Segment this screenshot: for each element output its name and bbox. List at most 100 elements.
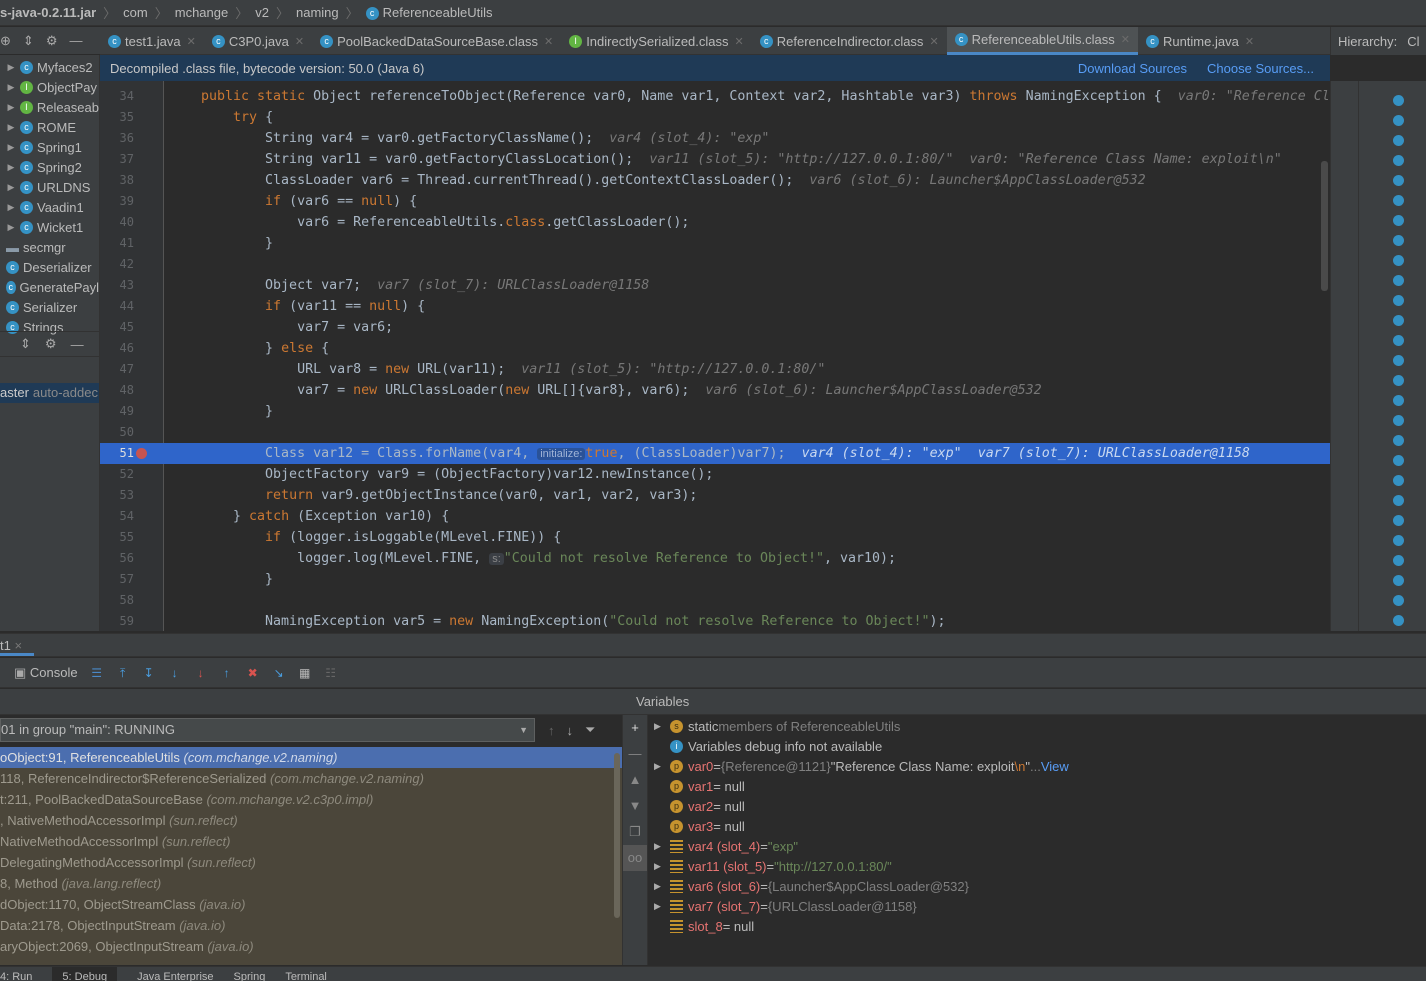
hide-icon[interactable]: —: [71, 337, 84, 352]
choose-sources-link[interactable]: Choose Sources...: [1207, 61, 1314, 76]
close-icon[interactable]: ✕: [1245, 35, 1254, 48]
class-icon[interactable]: [1393, 575, 1404, 586]
expand-arrow-icon[interactable]: ▶: [654, 901, 670, 912]
class-icon[interactable]: [1393, 615, 1404, 626]
tree-item[interactable]: ▶ c Myfaces2: [0, 57, 99, 77]
run-to-cursor-icon[interactable]: ↘: [272, 666, 286, 680]
variable-row[interactable]: i Variables debug info not available: [648, 736, 1426, 756]
class-icon[interactable]: [1393, 175, 1404, 186]
expand-arrow-icon[interactable]: ▶: [654, 721, 670, 732]
code-line[interactable]: 35 try {: [100, 107, 1330, 128]
tab-poolbackeddatasourcebase-class[interactable]: c PoolBackedDataSourceBase.class ✕: [312, 27, 561, 55]
arrow-down-icon[interactable]: ↓: [567, 723, 574, 738]
debug-session-tab[interactable]: t1 ×: [0, 634, 34, 656]
breadcrumb-item[interactable]: mchange: [175, 5, 228, 20]
expand-arrow-icon[interactable]: ▶: [2, 102, 20, 113]
class-icon[interactable]: [1393, 475, 1404, 486]
tree-item[interactable]: ▶ c Wicket1: [0, 217, 99, 237]
code-line[interactable]: 48 var7 = new URLClassLoader(new URL[]{v…: [100, 380, 1330, 401]
class-icon[interactable]: [1393, 135, 1404, 146]
code-line[interactable]: 47 URL var8 = new URL(var11); var11 (slo…: [100, 359, 1330, 380]
class-icon[interactable]: [1393, 435, 1404, 446]
tree-item[interactable]: c Deserializer: [0, 257, 99, 277]
class-icon[interactable]: [1393, 455, 1404, 466]
frames-menu-icon[interactable]: ☰: [90, 666, 104, 680]
code-line[interactable]: 51 Class var12 = Class.forName(var4, ini…: [100, 443, 1330, 464]
tree-item[interactable]: ▶ c Vaadin1: [0, 197, 99, 217]
code-line[interactable]: 45 var7 = var6;: [100, 317, 1330, 338]
tool-window-5-debug[interactable]: 5: Debug: [52, 967, 118, 981]
variable-row[interactable]: p var2 = null: [648, 796, 1426, 816]
code-line[interactable]: 34 public static Object referenceToObject…: [100, 86, 1330, 107]
show-execution-point-icon[interactable]: ⤒: [116, 666, 130, 680]
class-icon[interactable]: [1393, 555, 1404, 566]
tree-item[interactable]: ▶ c URLDNS: [0, 177, 99, 197]
class-icon[interactable]: [1393, 395, 1404, 406]
stack-frame[interactable]: 8, Method (java.lang.reflect): [0, 873, 622, 894]
locate-icon[interactable]: ⊕: [0, 33, 11, 49]
collapse-icon[interactable]: ⇕: [23, 33, 34, 49]
gear-icon[interactable]: ⚙: [46, 33, 58, 49]
class-icon[interactable]: [1393, 255, 1404, 266]
close-icon[interactable]: ✕: [929, 35, 938, 48]
expand-arrow-icon[interactable]: ▶: [654, 761, 670, 772]
tree-item[interactable]: ▶ I ObjectPay: [0, 77, 99, 97]
expand-arrow-icon[interactable]: ▶: [2, 142, 20, 153]
copy-icon[interactable]: ❐: [623, 819, 647, 845]
code-editor[interactable]: 3334public static Object referenceToObje…: [100, 81, 1330, 631]
stack-frame[interactable]: t:211, PoolBackedDataSourceBase (com.mch…: [0, 789, 622, 810]
class-icon[interactable]: [1393, 535, 1404, 546]
code-line[interactable]: 52 ObjectFactory var9 = (ObjectFactory)v…: [100, 464, 1330, 485]
tree-item[interactable]: ▶ c Spring2: [0, 157, 99, 177]
code-line[interactable]: 44 if (var11 == null) {: [100, 296, 1330, 317]
code-line[interactable]: 50: [100, 422, 1330, 443]
tab-test1-java[interactable]: c test1.java ✕: [100, 27, 204, 55]
code-line[interactable]: 49 }: [100, 401, 1330, 422]
code-line[interactable]: 40 var6 = ReferenceableUtils.class.getCl…: [100, 212, 1330, 233]
variable-row[interactable]: p var1 = null: [648, 776, 1426, 796]
close-icon[interactable]: ✕: [735, 35, 744, 48]
expand-arrow-icon[interactable]: ▶: [2, 222, 20, 233]
tree-item[interactable]: c GeneratePayl: [0, 277, 99, 297]
expand-arrow-icon[interactable]: ▶: [2, 202, 20, 213]
code-line[interactable]: 55 if (logger.isLoggable(MLevel.FINE)) {: [100, 527, 1330, 548]
stack-frame[interactable]: NativeMethodAccessorImpl (sun.reflect): [0, 831, 622, 852]
step-over-icon[interactable]: ↧: [142, 666, 156, 680]
arrow-up-icon[interactable]: ↑: [548, 723, 555, 738]
code-line[interactable]: 46 } else {: [100, 338, 1330, 359]
close-icon[interactable]: ✕: [544, 35, 553, 48]
class-icon[interactable]: [1393, 375, 1404, 386]
tab-referenceableutils-class[interactable]: c ReferenceableUtils.class ✕: [946, 27, 1138, 55]
breadcrumb-item[interactable]: com: [123, 5, 148, 20]
move-down-icon[interactable]: ▼: [623, 793, 647, 819]
code-line[interactable]: 36 String var4 = var0.getFactoryClassNam…: [100, 128, 1330, 149]
breadcrumb-item[interactable]: naming: [296, 5, 339, 20]
stack-frame[interactable]: aryObject:2069, ObjectInputStream (java.…: [0, 936, 622, 957]
variable-row[interactable]: ▶ var6 (slot_6) = {Launcher$AppClassLoade…: [648, 876, 1426, 896]
breadcrumb-item[interactable]: s-java-0.2.11.jar: [0, 5, 96, 20]
console-tab[interactable]: ▣ Console: [14, 665, 78, 681]
class-icon[interactable]: [1393, 595, 1404, 606]
watches-glasses-icon[interactable]: oo: [623, 845, 647, 871]
close-icon[interactable]: ✕: [1121, 33, 1130, 46]
close-icon[interactable]: ✕: [295, 35, 304, 48]
class-icon[interactable]: [1393, 195, 1404, 206]
breakpoint-icon[interactable]: [136, 448, 147, 459]
class-icon[interactable]: [1393, 155, 1404, 166]
tree-item[interactable]: ▶ c ROME: [0, 117, 99, 137]
code-line[interactable]: 43 Object var7; var7 (slot_7): URLClassL…: [100, 275, 1330, 296]
close-icon[interactable]: ×: [14, 638, 22, 653]
remove-icon[interactable]: —: [623, 741, 647, 767]
breadcrumb-item[interactable]: v2: [255, 5, 269, 20]
code-line[interactable]: 53 return var9.getObjectInstance(var0, v…: [100, 485, 1330, 506]
expand-arrow-icon[interactable]: ▶: [2, 82, 20, 93]
code-line[interactable]: 56 logger.log(MLevel.FINE, s: "Could not …: [100, 548, 1330, 569]
variable-row[interactable]: ▶ p var0 = {Reference@1121} "Reference Cla…: [648, 756, 1426, 776]
variable-row[interactable]: slot_8 = null: [648, 916, 1426, 936]
variable-row[interactable]: p var3 = null: [648, 816, 1426, 836]
variable-row[interactable]: ▶ var11 (slot_5) = "http://127.0.0.1:80/": [648, 856, 1426, 876]
expand-arrow-icon[interactable]: ▶: [2, 162, 20, 173]
class-icon[interactable]: [1393, 495, 1404, 506]
expand-arrow-icon[interactable]: ▶: [2, 62, 20, 73]
tool-window-terminal[interactable]: Terminal: [285, 967, 327, 981]
